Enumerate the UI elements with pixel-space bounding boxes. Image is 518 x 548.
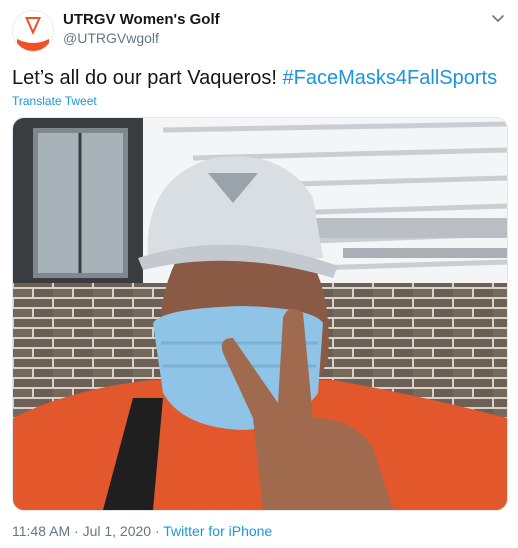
translate-tweet-link[interactable]: Translate Tweet bbox=[12, 94, 97, 108]
tweet-date[interactable]: Jul 1, 2020 bbox=[83, 523, 152, 539]
utrgv-logo-icon bbox=[13, 11, 53, 51]
author-name[interactable]: UTRGV Women's Golf bbox=[63, 11, 220, 28]
hashtag-link[interactable]: #FaceMasks4FallSports bbox=[283, 67, 498, 89]
tweet-body: Let’s all do our part Vaqueros! bbox=[12, 67, 283, 89]
avatar[interactable] bbox=[12, 10, 54, 52]
tweet-source-link[interactable]: Twitter for iPhone bbox=[163, 523, 272, 539]
chevron-down-icon[interactable] bbox=[490, 10, 506, 26]
meta-separator: · bbox=[70, 523, 83, 539]
meta-separator-2: · bbox=[151, 523, 164, 539]
tweet-photo[interactable] bbox=[12, 117, 508, 511]
author-handle[interactable]: @UTRGVwgolf bbox=[63, 30, 159, 46]
tweet-meta: 11:48 AM · Jul 1, 2020 · Twitter for iPh… bbox=[12, 523, 272, 539]
tweet-time[interactable]: 11:48 AM bbox=[12, 523, 70, 539]
tweet-text: Let’s all do our part Vaqueros! #FaceMas… bbox=[12, 66, 497, 90]
photo-illustration bbox=[13, 118, 507, 510]
